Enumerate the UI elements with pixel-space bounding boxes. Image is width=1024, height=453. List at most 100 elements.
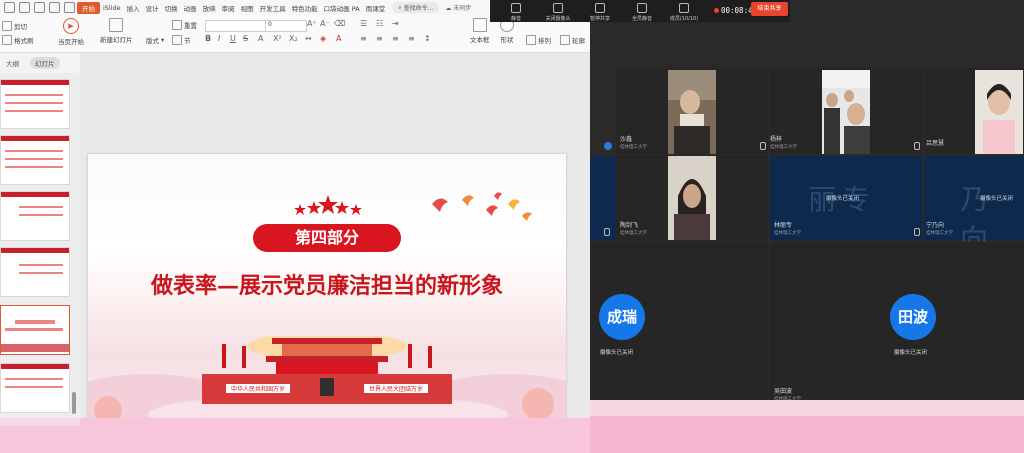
undo-icon[interactable] — [49, 2, 60, 13]
export-icon[interactable] — [19, 2, 30, 13]
outline-button[interactable]: 轮廓 — [560, 35, 585, 45]
text-box-button[interactable]: 文本框 — [470, 18, 490, 44]
menu-islide[interactable]: iSlide — [100, 4, 124, 12]
mute-all-icon — [637, 3, 647, 13]
indent-icon[interactable]: ⇥ — [392, 19, 399, 28]
person-video-icon — [822, 70, 870, 154]
save-icon[interactable] — [4, 2, 15, 13]
bullet-list-icon[interactable]: ☰ — [360, 19, 367, 28]
sync-status[interactable]: ☁ 未同步 — [445, 3, 471, 12]
highlight-icon[interactable]: ◈ — [320, 34, 326, 43]
mute-all-label: 全员静音 — [631, 16, 652, 22]
menu-pocket-animation[interactable]: 口袋动画 PA — [321, 3, 363, 13]
cloud-icon: ☁ — [445, 5, 452, 12]
doves-decoration — [432, 192, 532, 221]
font-size-select[interactable]: 0 — [265, 20, 307, 32]
participant-tile-wutianbo[interactable]: 田波 摄像头已关闭 吴田波 桂林理工大学 — [770, 242, 1024, 402]
menu-home[interactable]: 开始 — [77, 1, 100, 14]
participant-tile-chengrui[interactable]: 成瑞 摄像头已关闭 — [590, 242, 768, 400]
menu-transition[interactable]: 切换 — [162, 3, 181, 13]
menu-design[interactable]: 设计 — [143, 3, 162, 13]
menu-review[interactable]: 审阅 — [219, 3, 238, 13]
slide-thumbnail[interactable] — [0, 247, 70, 297]
participant-tile-linlizhuan[interactable]: 丽专 摄像头已关闭 林丽专 桂林理工大学 — [770, 156, 922, 240]
menu-developer[interactable]: 开发工具 — [257, 3, 289, 13]
command-search[interactable]: ⌕ 查找命令... — [392, 2, 440, 13]
search-icon: ⌕ — [398, 3, 402, 11]
clear-format-icon[interactable]: ⌫ — [334, 19, 345, 28]
arrange-button[interactable]: 排列 — [526, 35, 551, 45]
scissors-icon — [2, 21, 12, 31]
members-label: 成员(10/10) — [669, 16, 699, 22]
participant-org: 桂林理工大学 — [620, 231, 647, 236]
redo-icon[interactable] — [64, 2, 75, 13]
strikethrough-icon[interactable]: S — [243, 34, 248, 43]
subscript-icon[interactable]: X₂ — [289, 34, 298, 43]
participant-name: 杨梓 — [770, 136, 783, 143]
slide-thumbnail[interactable] — [0, 79, 70, 129]
status-bar-overlay — [0, 418, 590, 453]
new-slide-button[interactable]: 新建幻灯片 — [100, 18, 133, 44]
participant-tile-shaxin[interactable]: 沙鑫 桂林理工大学 — [616, 68, 768, 154]
cut-button[interactable]: 剪切 — [2, 21, 27, 31]
decrease-font-icon[interactable]: A⁻ — [320, 19, 330, 28]
align-center-icon[interactable]: ≡ — [376, 34, 383, 43]
font-family-select[interactable] — [205, 20, 267, 32]
reset-icon — [172, 20, 182, 30]
menu-slideshow[interactable]: 放映 — [200, 3, 219, 13]
menu-view[interactable]: 视图 — [238, 3, 257, 13]
slide-thumbnail[interactable] — [0, 363, 70, 413]
format-painter-button[interactable]: 格式刷 — [2, 35, 34, 45]
end-share-button[interactable]: 结束共享 — [751, 2, 788, 16]
italic-icon[interactable]: I — [218, 34, 220, 43]
align-left-icon[interactable]: ≡ — [360, 34, 367, 43]
camera-off-button[interactable]: 关闭摄像头 — [538, 0, 578, 22]
play-label: 当页开始 — [58, 38, 84, 46]
increase-font-icon[interactable]: A⁺ — [307, 19, 317, 28]
participant-tile-taojianfei[interactable]: 陶剑飞 桂林理工大学 — [616, 156, 768, 240]
members-button[interactable]: 成员(10/10) — [664, 0, 704, 22]
shadow-icon[interactable]: A — [258, 34, 263, 43]
print-icon[interactable] — [34, 2, 45, 13]
font-color-icon[interactable]: A — [336, 34, 341, 43]
justify-icon[interactable]: ≡ — [408, 34, 415, 43]
menu-animation[interactable]: 动画 — [181, 3, 200, 13]
numbered-list-icon[interactable]: ☷ — [376, 19, 383, 28]
play-from-current-button[interactable]: ▶ 当页开始 — [58, 18, 84, 46]
menu-rain-classroom[interactable]: 雨课堂 — [363, 3, 389, 13]
mute-all-button[interactable]: 全员静音 — [622, 0, 662, 22]
underline-icon[interactable]: U — [230, 34, 236, 43]
superscript-icon[interactable]: X² — [273, 34, 282, 43]
menu-features[interactable]: 特色功能 — [289, 3, 321, 13]
bold-icon[interactable]: B — [205, 34, 211, 43]
tab-slides[interactable]: 幻灯片 — [30, 57, 60, 69]
layout-button[interactable]: 版式 ▾ — [146, 35, 164, 45]
reset-button[interactable]: 重置 — [172, 20, 197, 30]
thumbnail-scrollbar[interactable] — [72, 392, 76, 414]
participant-tile-ningnaixiang[interactable]: 乃向 摄像头已关闭 宁乃向 桂林理工大学 — [924, 156, 1024, 256]
line-spacing-icon[interactable]: ↕ — [424, 34, 431, 43]
menu-insert[interactable]: 插入 — [124, 3, 143, 13]
play-icon: ▶ — [63, 18, 79, 34]
participant-name: 宁乃向 — [926, 222, 945, 229]
slide-thumbnail[interactable] — [0, 135, 70, 185]
pause-share-label: 暂停共享 — [589, 16, 610, 22]
section-label: 节 — [184, 37, 191, 45]
current-slide[interactable]: 第四部分 做表率—展示党员廉洁担当的新形象 中华人民共和国万岁 世界人民大团结万… — [88, 154, 566, 418]
character-spacing-icon[interactable]: ↔ — [305, 34, 312, 43]
slide-thumbnail-selected[interactable] — [0, 305, 70, 355]
pause-share-button[interactable]: 暂停共享 — [580, 0, 620, 22]
people-icon — [679, 3, 689, 13]
camera-icon — [553, 3, 563, 13]
participant-name: 吴田波 — [774, 388, 793, 395]
tab-outline[interactable]: 大纲 — [1, 57, 24, 69]
align-right-icon[interactable]: ≡ — [392, 34, 399, 43]
slide-thumbnail[interactable] — [0, 191, 70, 241]
section-button[interactable]: 节 — [172, 35, 191, 45]
camera-label: 关闭摄像头 — [545, 16, 571, 22]
reset-label: 重置 — [184, 22, 197, 30]
participant-tile-partial[interactable] — [590, 156, 616, 240]
participant-tile-yangzi[interactable]: 杨梓 桂林理工大学 — [770, 68, 922, 154]
mute-button[interactable]: 静音 — [496, 0, 536, 22]
participant-tile-lvsihui[interactable]: 吕思慧 — [924, 68, 1024, 154]
